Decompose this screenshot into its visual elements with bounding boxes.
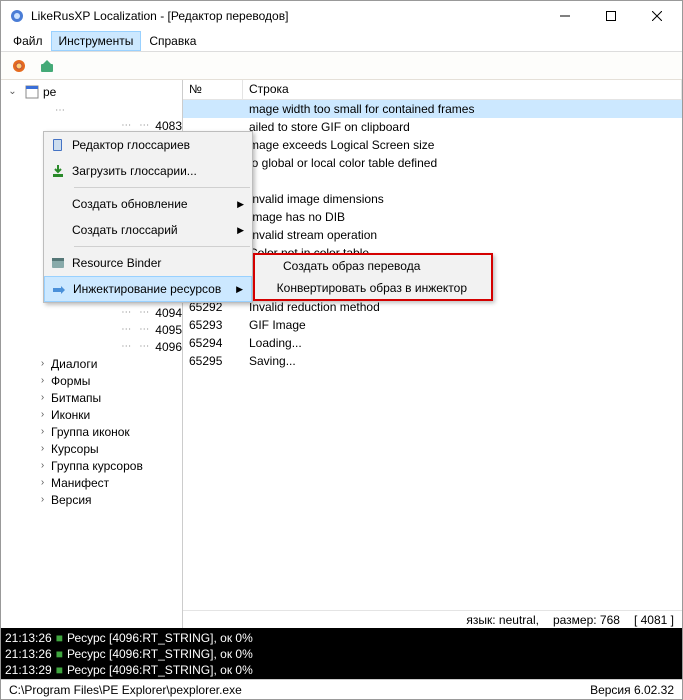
submenu-arrow-icon: ▶ xyxy=(237,225,244,236)
grid-row[interactable]: 65286Invalid image dimensions xyxy=(183,190,682,208)
grid-statusbar: язык: neutral, размер: 768 [ 4081 ] xyxy=(183,610,682,628)
string-grid: № Строка mage width too small for contai… xyxy=(183,80,682,628)
menu-item-inject-resources[interactable]: Инжектирование ресурсов ▶ xyxy=(44,276,252,302)
grid-row[interactable]: ailed to store GIF on clipboard xyxy=(183,118,682,136)
grid-row[interactable]: 65293GIF Image xyxy=(183,316,682,334)
grid-row[interactable]: 65285 xyxy=(183,172,682,190)
grid-row[interactable]: 65287Image has no DIB xyxy=(183,208,682,226)
grid-row[interactable]: 65294Loading... xyxy=(183,334,682,352)
grid-body[interactable]: mage width too small for contained frame… xyxy=(183,100,682,610)
log-line: 21:13:29■Ресурс [4096:RT_STRING], ок 0% xyxy=(5,662,678,678)
tree-category[interactable]: ›Диалоги xyxy=(7,355,182,372)
grid-status-size: размер: 768 xyxy=(553,613,620,627)
grid-row[interactable]: 65295Saving... xyxy=(183,352,682,370)
menu-item-create-update[interactable]: Создать обновление ▶ xyxy=(44,191,252,217)
tree-node[interactable]: ⋯4095 xyxy=(7,321,182,338)
menu-separator xyxy=(74,187,250,188)
binder-icon xyxy=(44,255,72,271)
grid-header: № Строка xyxy=(183,80,682,100)
statusbar-version: Версия 6.02.32 xyxy=(590,683,674,697)
menu-item-load-glossaries[interactable]: Загрузить глоссарии... xyxy=(44,158,252,184)
menu-file[interactable]: Файл xyxy=(5,31,51,51)
tree-category[interactable]: ›Группа курсоров xyxy=(7,457,182,474)
grid-header-id[interactable]: № xyxy=(183,80,243,99)
menu-item-glossary-editor[interactable]: Редактор глоссариев xyxy=(44,132,252,158)
submenu-item-convert-image[interactable]: Конвертировать образ в инжектор xyxy=(255,277,491,299)
log-panel[interactable]: 21:13:26■Ресурс [4096:RT_STRING], ок 0%2… xyxy=(1,628,682,679)
tree-node[interactable]: ⋯4094 xyxy=(7,304,182,321)
tree-category[interactable]: ›Формы xyxy=(7,372,182,389)
toolbar-button-2[interactable] xyxy=(35,54,59,78)
title-bar: LikeRusXP Localization - [Редактор перев… xyxy=(1,1,682,31)
exe-icon xyxy=(25,85,39,99)
close-button[interactable] xyxy=(634,1,680,31)
minimize-button[interactable] xyxy=(542,1,588,31)
menu-help[interactable]: Справка xyxy=(141,31,204,51)
tree-category[interactable]: ›Битмапы xyxy=(7,389,182,406)
work-area: ⌄ pe ⋯4083⋯4084⋯4085⋯4086⋯4087⋯4088⋯4089… xyxy=(1,80,682,628)
grid-header-string[interactable]: Строка xyxy=(243,80,682,99)
submenu-arrow-icon: ▶ xyxy=(236,284,243,295)
statusbar: C:\Program Files\PE Explorer\pexplorer.e… xyxy=(1,679,682,699)
menubar: Файл Инструменты Справка xyxy=(1,31,682,52)
grid-row[interactable]: 65288Invalid stream operation xyxy=(183,226,682,244)
grid-row[interactable]: lo global or local color table defined xyxy=(183,154,682,172)
menu-tools[interactable]: Инструменты xyxy=(51,31,142,51)
tools-dropdown: Редактор глоссариев Загрузить глоссарии.… xyxy=(43,131,253,303)
app-icon xyxy=(9,8,25,24)
statusbar-path: C:\Program Files\PE Explorer\pexplorer.e… xyxy=(9,683,242,697)
log-line: 21:13:26■Ресурс [4096:RT_STRING], ок 0% xyxy=(5,646,678,662)
tree-category[interactable]: ›Иконки xyxy=(7,406,182,423)
tree-category[interactable]: ›Группа иконок xyxy=(7,423,182,440)
download-icon xyxy=(44,163,72,179)
menu-separator xyxy=(74,246,250,247)
inject-submenu: Создать образ перевода Конвертировать об… xyxy=(253,253,493,301)
toolbar xyxy=(1,52,682,80)
book-icon xyxy=(44,137,72,153)
submenu-arrow-icon: ▶ xyxy=(237,199,244,210)
window-title: LikeRusXP Localization - [Редактор перев… xyxy=(31,9,542,23)
tree-node-ellipsis[interactable] xyxy=(7,100,182,117)
submenu-item-create-image[interactable]: Создать образ перевода xyxy=(255,255,491,277)
grid-status-id: [ 4081 ] xyxy=(634,613,674,627)
tree-category[interactable]: ›Курсоры xyxy=(7,440,182,457)
tree-category[interactable]: ›Манифест xyxy=(7,474,182,491)
log-line: 21:13:26■Ресурс [4096:RT_STRING], ок 0% xyxy=(5,630,678,646)
toolbar-button-1[interactable] xyxy=(7,54,31,78)
inject-icon xyxy=(45,281,73,297)
menu-item-create-glossary[interactable]: Создать глоссарий ▶ xyxy=(44,217,252,243)
collapse-icon[interactable]: ⌄ xyxy=(7,87,18,98)
tree-root[interactable]: ⌄ pe xyxy=(7,84,182,100)
tree-node[interactable]: ⋯4096 xyxy=(7,338,182,355)
menu-item-resource-binder[interactable]: Resource Binder xyxy=(44,250,252,276)
grid-status-lang: язык: neutral, xyxy=(466,613,539,627)
tree-root-label: pe xyxy=(43,85,56,99)
grid-row[interactable]: mage width too small for contained frame… xyxy=(183,100,682,118)
grid-row[interactable]: mage exceeds Logical Screen size xyxy=(183,136,682,154)
tree-category[interactable]: ›Версия xyxy=(7,491,182,508)
maximize-button[interactable] xyxy=(588,1,634,31)
